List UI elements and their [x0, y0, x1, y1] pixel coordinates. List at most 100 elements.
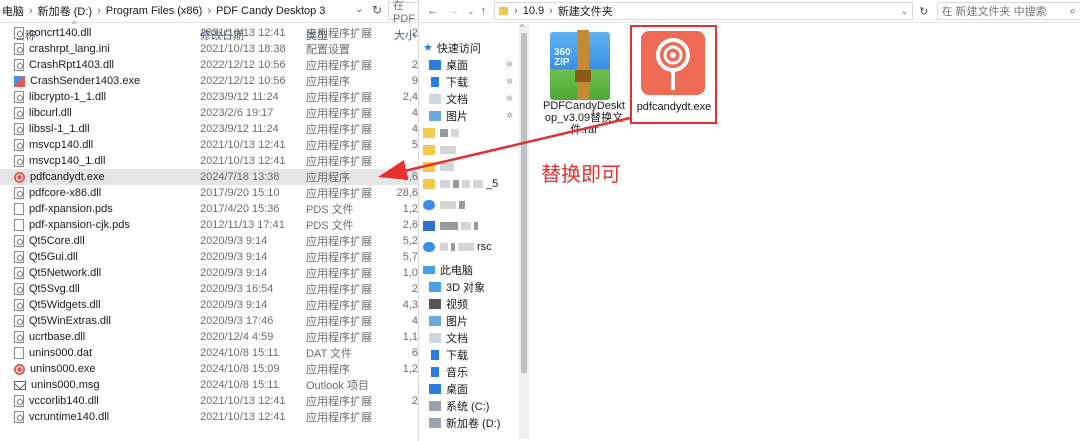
nav-item[interactable]: 下载 ✲	[423, 73, 525, 90]
forward-arrow-icon[interactable]: →	[448, 5, 459, 17]
file-icon	[14, 203, 24, 216]
nav-blurred-item[interactable]	[423, 196, 525, 213]
file-row[interactable]: Qt5Widgets.dll 2020/9/3 9:14 应用程序扩展 4,3	[0, 297, 418, 313]
file-row[interactable]: unins000.exe 2024/10/8 15:09 应用程序 1,2	[0, 361, 418, 377]
right-search-input[interactable]: 在 新建文件夹 中搜索 ⌕	[936, 2, 1080, 20]
file-type: 配置设置	[306, 44, 350, 56]
nav-item[interactable]: 桌面 ✲	[423, 56, 525, 73]
file-name-cell: concrt140.dll	[0, 27, 200, 40]
nav-item[interactable]: 音乐	[429, 363, 525, 380]
pin-icon[interactable]: ✲	[506, 60, 513, 69]
file-name-cell: pdf-xpansion-cjk.pds	[0, 219, 200, 232]
right-explorer-window: ← → ⌄ ↑ › 10.9 › 新建文件夹 ⌄ ↻ 在 新建文件夹 中搜索 ⌕…	[418, 0, 1080, 441]
file-name-cell: ucrtbase.dll	[0, 331, 200, 344]
file-type: 应用程序扩展	[306, 28, 372, 40]
breadcrumb-item[interactable]: 电脑	[0, 3, 26, 19]
breadcrumb-item[interactable]: PDF Candy Desktop 3	[214, 5, 327, 17]
app-icon	[14, 75, 25, 87]
file-date: 2023/9/12 11:24	[200, 123, 279, 135]
file-row[interactable]: unins000.msg 2024/10/8 15:11 Outlook 项目	[0, 377, 418, 393]
file-row[interactable]: concrt140.dll 2021/10/13 12:41 应用程序扩展 2	[0, 25, 418, 41]
file-icon	[14, 347, 24, 360]
file-row[interactable]: vcruntime140.dll 2021/10/13 12:41 应用程序扩展	[0, 409, 418, 425]
file-date: 2021/10/13 18:38	[200, 43, 286, 55]
nav-quick-access[interactable]: ★ 快速访问	[423, 39, 525, 56]
up-arrow-icon[interactable]: ↑	[481, 5, 487, 17]
file-row[interactable]: pdf-xpansion.pds 2017/4/20 15:36 PDS 文件 1,2	[0, 201, 418, 217]
file-size: 2	[411, 283, 418, 295]
chevron-down-icon[interactable]: ⌄	[467, 6, 475, 17]
gear-file-icon	[14, 299, 24, 312]
file-row[interactable]: libcurl.dll 2023/2/6 19:17 应用程序扩展 4	[0, 105, 418, 121]
file-row[interactable]: crashrpt_lang.ini 2021/10/13 18:38 配置设置	[0, 41, 418, 57]
document-icon	[429, 332, 441, 343]
breadcrumb-item[interactable]: 10.9	[521, 5, 546, 17]
left-search-input[interactable]: 在 PDF	[388, 0, 418, 25]
file-size: 4	[411, 315, 418, 327]
file-row[interactable]: vccorlib140.dll 2021/10/13 12:41 应用程序扩展 2	[0, 393, 418, 409]
nav-this-pc[interactable]: 此电脑	[423, 261, 525, 278]
nav-partial-label: rsc	[477, 240, 492, 253]
breadcrumb-item[interactable]: Program Files (x86)	[104, 5, 205, 17]
file-row[interactable]: Qt5Network.dll 2020/9/3 9:14 应用程序扩展 1,0	[0, 265, 418, 281]
nav-item[interactable]: 3D 对象	[429, 278, 525, 295]
file-row[interactable]: msvcp140.dll 2021/10/13 12:41 应用程序扩展 5	[0, 137, 418, 153]
file-name-cell: pdfcandydt.exe	[0, 171, 200, 183]
file-date: 2017/9/20 15:10	[200, 187, 280, 199]
file-row[interactable]: CrashRpt1403.dll 2022/12/12 10:56 应用程序扩展 2	[0, 57, 418, 73]
nav-item[interactable]: 下载	[429, 346, 525, 363]
right-address-bar[interactable]: › 10.9 › 新建文件夹 ⌄	[494, 2, 914, 20]
file-date: 2022/12/12 10:56	[200, 59, 286, 71]
scroll-up-icon[interactable]: ^	[520, 23, 524, 32]
chevron-down-icon[interactable]: ⌄	[355, 4, 363, 15]
file-row[interactable]: Qt5Core.dll 2020/9/3 9:14 应用程序扩展 5,2	[0, 233, 418, 249]
red-arrow-annotation	[378, 116, 631, 180]
nav-item[interactable]: 系统 (C:)	[429, 397, 525, 414]
file-size: 1,2	[402, 363, 418, 375]
file-name: unins000.msg	[31, 379, 100, 391]
back-arrow-icon[interactable]: ←	[427, 5, 438, 17]
pin-icon[interactable]: ✲	[506, 77, 513, 86]
file-row[interactable]: msvcp140_1.dll 2021/10/13 12:41 应用程序扩展	[0, 153, 418, 169]
file-name-cell: unins000.dat	[0, 347, 200, 360]
pin-icon[interactable]: ✲	[506, 94, 513, 103]
file-row[interactable]: libcrypto-1_1.dll 2023/9/12 11:24 应用程序扩展 2,…	[0, 89, 418, 105]
file-row[interactable]: libssl-1_1.dll 2023/9/12 11:24 应用程序扩展 4	[0, 121, 418, 137]
file-row[interactable]: CrashSender1403.exe 2022/12/12 10:56 应用程序 9	[0, 73, 418, 89]
file-name: vccorlib140.dll	[29, 394, 99, 407]
breadcrumb-item[interactable]: 新加卷 (D:)	[36, 3, 94, 19]
file-tile-pdfcandydt[interactable]: pdfcandydt.exe	[637, 31, 711, 115]
file-name-cell: libcrypto-1_1.dll	[0, 91, 200, 104]
file-date: 2020/9/3 16:54	[200, 283, 274, 295]
gear-file-icon	[14, 155, 24, 168]
chevron-down-icon[interactable]: ⌄	[901, 6, 909, 17]
nav-scrollbar[interactable]: ^	[519, 23, 529, 439]
file-size: 2,4	[402, 91, 418, 103]
file-row[interactable]: pdfcore-x86.dll 2017/9/20 15:10 应用程序扩展 28,6	[0, 185, 418, 201]
nav-item[interactable]: 文档 ✲	[423, 90, 525, 107]
file-row[interactable]: ucrtbase.dll 2020/12/4 4:59 应用程序扩展 1,1	[0, 329, 418, 345]
refresh-icon[interactable]: ↻	[919, 5, 928, 18]
nav-item[interactable]: 文档	[429, 329, 525, 346]
nav-item[interactable]: 新加卷 (D:)	[429, 414, 525, 431]
file-type: 应用程序扩展	[306, 284, 372, 296]
nav-label: 视频	[446, 298, 468, 311]
refresh-icon[interactable]: ↻	[372, 3, 382, 17]
file-date: 2021/10/13 12:41	[200, 411, 286, 423]
file-name: Qt5Widgets.dll	[29, 298, 101, 311]
nav-item[interactable]: 图片	[429, 312, 525, 329]
file-row[interactable]: Qt5Svg.dll 2020/9/3 16:54 应用程序扩展 2	[0, 281, 418, 297]
nav-item[interactable]: 视频	[429, 295, 525, 312]
file-size: 6	[411, 347, 418, 359]
file-row[interactable]: pdf-xpansion-cjk.pds 2012/11/13 17:41 PDS …	[0, 217, 418, 233]
file-row[interactable]: Qt5Gui.dll 2020/9/3 9:14 应用程序扩展 5,7	[0, 249, 418, 265]
nav-item[interactable]: 桌面	[429, 380, 525, 397]
scrollbar-thumb[interactable]	[521, 33, 527, 373]
nav-blurred-item[interactable]	[423, 217, 525, 234]
file-row[interactable]: Qt5WinExtras.dll 2020/9/3 17:46 应用程序扩展 4	[0, 313, 418, 329]
nav-blurred-item[interactable]: rsc	[423, 238, 525, 255]
file-date: 2024/7/18 13:38	[200, 171, 280, 183]
file-row[interactable]: unins000.dat 2024/10/8 15:11 DAT 文件 6	[0, 345, 418, 361]
file-row[interactable]: pdfcandydt.exe 2024/7/18 13:38 应用程序 5,6	[0, 169, 418, 185]
breadcrumb-item[interactable]: 新建文件夹	[556, 3, 615, 19]
